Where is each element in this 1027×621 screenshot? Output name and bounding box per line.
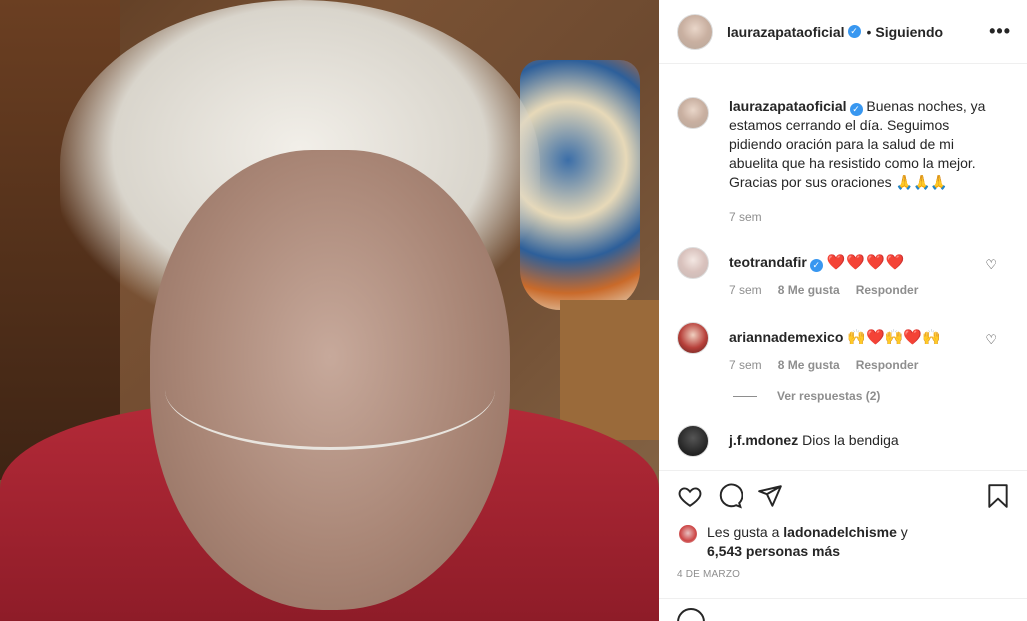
photo-oxygen-tube: [165, 330, 495, 450]
comment-icon[interactable]: [717, 483, 743, 509]
comment-likes[interactable]: 8 Me gusta: [778, 281, 840, 300]
liker-username[interactable]: ladonadelchisme: [783, 524, 897, 540]
comment-text: 🙌❤️🙌❤️🙌: [847, 329, 941, 346]
verified-badge-icon: ✓: [847, 25, 861, 38]
comment-text: ❤️❤️❤️❤️: [826, 254, 906, 271]
post-photo[interactable]: [0, 0, 659, 621]
following-button[interactable]: Siguiendo: [875, 24, 943, 40]
comment-like-heart-icon[interactable]: ♡: [985, 332, 997, 348]
reply-button[interactable]: Responder: [856, 281, 919, 300]
comment-item: teotrandafir ✓ ❤️❤️❤️❤️ 7 sem 8 Me gusta …: [677, 247, 1011, 300]
commenter-username[interactable]: teotrandafir: [729, 254, 807, 270]
emoji-icon[interactable]: [677, 608, 705, 621]
verified-badge-icon: ✓: [849, 103, 863, 116]
liker-avatar[interactable]: [677, 523, 699, 545]
more-options-icon[interactable]: •••: [989, 21, 1011, 42]
bookmark-icon[interactable]: [985, 483, 1011, 509]
likes-connector: y: [900, 524, 908, 540]
post-side-panel: laurazapataoficial ✓ • Siguiendo ••• lau…: [659, 0, 1027, 621]
comment-input-divider: [659, 598, 1027, 599]
comment-item: ariannademexico 🙌❤️🙌❤️🙌 7 sem 8 Me gusta…: [677, 322, 1011, 375]
likes-count[interactable]: 6,543 personas más: [707, 543, 840, 559]
caption-time[interactable]: 7 sem: [729, 208, 762, 227]
comment-likes[interactable]: 8 Me gusta: [778, 356, 840, 375]
verified-badge-icon: ✓: [809, 259, 823, 272]
comment-time[interactable]: 7 sem: [729, 281, 762, 300]
comment-like-heart-icon[interactable]: ♡: [985, 257, 997, 273]
replies-divider: [733, 395, 757, 397]
author-username[interactable]: laurazapataoficial: [727, 24, 845, 40]
follow-separator: •: [866, 23, 872, 40]
caption-author-username[interactable]: laurazapataoficial: [729, 98, 847, 114]
view-replies-label: Ver respuestas (2): [777, 389, 881, 403]
view-replies-button[interactable]: Ver respuestas (2): [733, 389, 1011, 403]
likes-prefix: Les gusta a: [707, 524, 780, 540]
commenter-username[interactable]: ariannademexico: [729, 329, 843, 345]
comments-list[interactable]: laurazapataoficial ✓ Buenas noches, ya es…: [659, 65, 1027, 470]
comment-time[interactable]: 7 sem: [729, 356, 762, 375]
author-avatar[interactable]: [677, 13, 713, 50]
reply-button[interactable]: Responder: [856, 356, 919, 375]
likes-summary: Les gusta a ladonadelchisme y 6,543 pers…: [677, 523, 1011, 561]
post-header: laurazapataoficial ✓ • Siguiendo •••: [659, 0, 1027, 64]
commenter-username[interactable]: j.f.mdonez: [729, 432, 798, 448]
commenter-avatar[interactable]: [677, 425, 709, 457]
caption: laurazapataoficial ✓ Buenas noches, ya es…: [677, 97, 1011, 227]
photo-background-shelf: [560, 300, 659, 440]
commenter-avatar[interactable]: [677, 322, 709, 354]
caption-author-avatar[interactable]: [677, 97, 709, 129]
share-icon[interactable]: [757, 483, 783, 509]
commenter-avatar[interactable]: [677, 247, 709, 279]
post-date[interactable]: 4 DE MARZO: [677, 569, 1011, 580]
comment-text: Dios la bendiga: [802, 432, 899, 448]
comment-item: j.f.mdonez Dios la bendiga: [677, 425, 1011, 457]
post-actions: Les gusta a ladonadelchisme y 6,543 pers…: [659, 470, 1027, 580]
heart-icon[interactable]: [677, 483, 703, 509]
